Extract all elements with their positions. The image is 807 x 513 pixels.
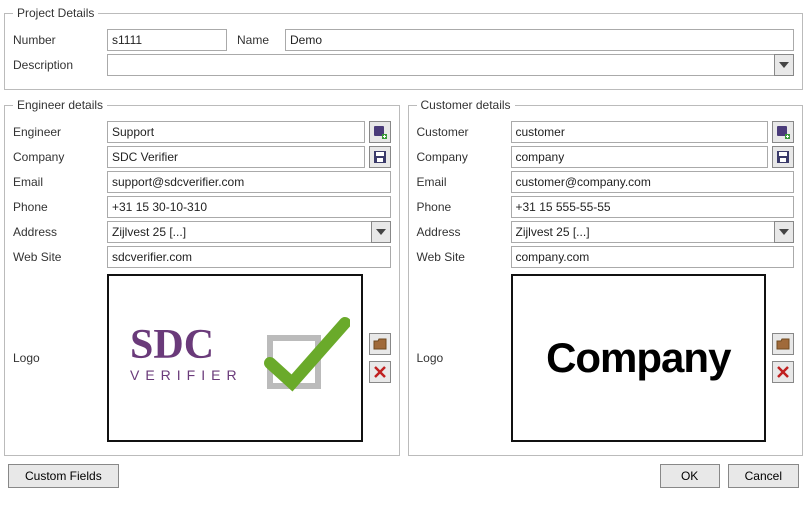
- engineer-phone-input[interactable]: [107, 196, 391, 218]
- save-icon: [776, 150, 790, 164]
- customer-website-label: Web Site: [417, 250, 511, 264]
- folder-icon: [776, 338, 790, 350]
- engineer-address-dropdown-button[interactable]: [371, 221, 391, 243]
- description-combo: [107, 54, 794, 76]
- sdc-verifier-logo-icon: SDC VERIFIER: [120, 308, 350, 408]
- customer-logo-preview: Company: [511, 274, 767, 442]
- project-details-group: Project Details Number Name Description: [4, 6, 803, 90]
- customer-phone-label: Phone: [417, 200, 511, 214]
- svg-text:SDC: SDC: [130, 322, 214, 368]
- save-icon: [373, 150, 387, 164]
- engineer-logo-remove-button[interactable]: [369, 361, 391, 383]
- cancel-button[interactable]: Cancel: [728, 464, 799, 488]
- customer-email-label: Email: [417, 175, 511, 189]
- customer-company-input[interactable]: [511, 146, 769, 168]
- name-label: Name: [237, 33, 285, 47]
- delete-icon: [777, 366, 789, 378]
- customer-email-input[interactable]: [511, 171, 795, 193]
- custom-fields-button[interactable]: Custom Fields: [8, 464, 119, 488]
- company-logo-text: Company: [546, 334, 730, 382]
- customer-address-input[interactable]: [511, 221, 775, 243]
- customer-address-combo: [511, 221, 795, 243]
- engineer-address-label: Address: [13, 225, 107, 239]
- delete-icon: [374, 366, 386, 378]
- engineer-details-legend: Engineer details: [13, 98, 107, 112]
- description-dropdown-button[interactable]: [774, 54, 794, 76]
- description-input[interactable]: [107, 54, 774, 76]
- engineer-email-label: Email: [13, 175, 107, 189]
- customer-website-input[interactable]: [511, 246, 795, 268]
- customer-company-save-button[interactable]: [772, 146, 794, 168]
- footer-bar: Custom Fields OK Cancel: [4, 462, 803, 492]
- engineer-logo-preview: SDC VERIFIER: [107, 274, 363, 442]
- engineer-label: Engineer: [13, 125, 107, 139]
- svg-text:VERIFIER: VERIFIER: [130, 367, 243, 383]
- chevron-down-icon: [779, 62, 789, 68]
- engineer-company-save-button[interactable]: [369, 146, 391, 168]
- engineer-website-label: Web Site: [13, 250, 107, 264]
- customer-details-legend: Customer details: [417, 98, 515, 112]
- customer-logo-browse-button[interactable]: [772, 333, 794, 355]
- customer-logo-label: Logo: [417, 351, 511, 365]
- chevron-down-icon: [376, 229, 386, 235]
- engineer-details-group: Engineer details Engineer Company: [4, 98, 400, 456]
- customer-logo-remove-button[interactable]: [772, 361, 794, 383]
- engineer-company-label: Company: [13, 150, 107, 164]
- engineer-logo-label: Logo: [13, 351, 107, 365]
- engineer-website-input[interactable]: [107, 246, 391, 268]
- description-label: Description: [13, 58, 107, 72]
- customer-address-label: Address: [417, 225, 511, 239]
- user-plus-icon: [776, 125, 790, 139]
- engineer-company-input[interactable]: [107, 146, 365, 168]
- customer-address-dropdown-button[interactable]: [774, 221, 794, 243]
- customer-input[interactable]: [511, 121, 769, 143]
- customer-company-label: Company: [417, 150, 511, 164]
- user-plus-icon: [373, 125, 387, 139]
- number-input[interactable]: [107, 29, 227, 51]
- name-input[interactable]: [285, 29, 794, 51]
- ok-button[interactable]: OK: [660, 464, 720, 488]
- engineer-email-input[interactable]: [107, 171, 391, 193]
- engineer-input[interactable]: [107, 121, 365, 143]
- engineer-address-combo: [107, 221, 391, 243]
- customer-phone-input[interactable]: [511, 196, 795, 218]
- number-label: Number: [13, 33, 107, 47]
- customer-details-group: Customer details Customer Company: [408, 98, 804, 456]
- customer-new-button[interactable]: [772, 121, 794, 143]
- engineer-phone-label: Phone: [13, 200, 107, 214]
- project-details-legend: Project Details: [13, 6, 98, 20]
- folder-icon: [373, 338, 387, 350]
- engineer-new-button[interactable]: [369, 121, 391, 143]
- engineer-address-input[interactable]: [107, 221, 371, 243]
- customer-label: Customer: [417, 125, 511, 139]
- chevron-down-icon: [779, 229, 789, 235]
- engineer-logo-browse-button[interactable]: [369, 333, 391, 355]
